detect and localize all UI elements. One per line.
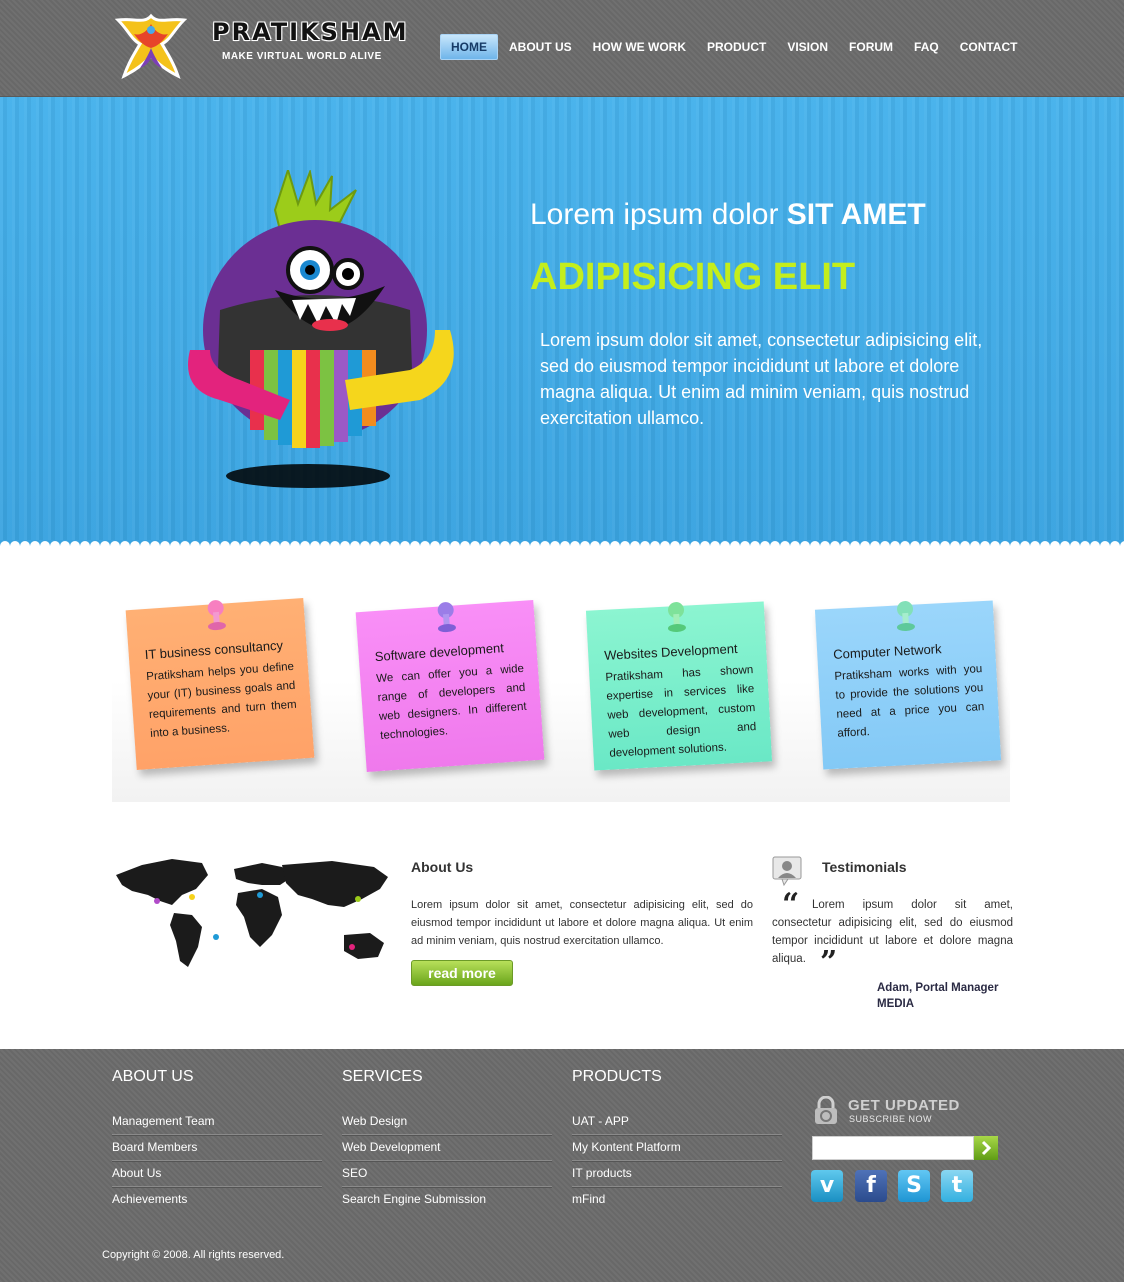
twitter-icon[interactable]: t bbox=[941, 1170, 973, 1202]
facebook-icon[interactable]: f bbox=[855, 1170, 887, 1202]
testimonial-author-name: Adam, Portal Manager bbox=[877, 982, 999, 994]
footer-products-column: PRODUCTS UAT - APP My Kontent Platform I… bbox=[572, 1068, 782, 1213]
pushpin-icon bbox=[667, 602, 686, 633]
nav-faq[interactable]: FAQ bbox=[904, 35, 949, 59]
footer-link-my-kontent-platform[interactable]: My Kontent Platform bbox=[572, 1135, 782, 1161]
footer-services-column: SERVICES Web Design Web Development SEO … bbox=[342, 1068, 552, 1213]
world-map-illustration bbox=[116, 859, 388, 967]
main-nav: HOME ABOUT US HOW WE WORK PRODUCT VISION… bbox=[440, 34, 1028, 60]
subscribe-subtitle: SUBSCRIBE NOW bbox=[849, 1114, 933, 1124]
footer-link-board-members[interactable]: Board Members bbox=[112, 1135, 322, 1161]
footer-link-it-products[interactable]: IT products bbox=[572, 1161, 782, 1187]
nav-vision[interactable]: VISION bbox=[777, 35, 838, 59]
subscribe-email-input[interactable] bbox=[812, 1136, 974, 1160]
about-title: About Us bbox=[411, 859, 474, 875]
service-title: Computer Network bbox=[832, 641, 942, 662]
service-text: Pratiksham has shown expertise in servic… bbox=[605, 664, 757, 760]
skype-icon[interactable]: S bbox=[898, 1170, 930, 1202]
about-text: Lorem ipsum dolor sit amet, consectetur … bbox=[411, 899, 753, 947]
hero-body: Lorem ipsum dolor sit amet, consectetur … bbox=[540, 330, 983, 428]
footer-link-seo[interactable]: SEO bbox=[342, 1161, 552, 1187]
testimonial-quote: Lorem ipsum dolor sit amet, consectetur … bbox=[772, 899, 1013, 965]
hero-subheadline: ADIPISICING ELIT bbox=[530, 256, 856, 298]
hero-headline-bold: SIT AMET bbox=[786, 198, 926, 231]
brand-tagline: MAKE VIRTUAL WORLD ALIVE bbox=[222, 51, 382, 62]
nav-product[interactable]: PRODUCT bbox=[697, 35, 776, 59]
service-note-network[interactable]: Computer Network Pratiksham works with y… bbox=[814, 600, 1002, 770]
service-text: Pratiksham helps you define your (IT) bu… bbox=[145, 660, 298, 740]
footer-link-web-development[interactable]: Web Development bbox=[342, 1135, 552, 1161]
user-comment-icon bbox=[772, 856, 802, 886]
nav-about-us[interactable]: ABOUT US bbox=[499, 35, 582, 59]
hero-banner bbox=[0, 97, 1124, 551]
nav-how-we-work[interactable]: HOW WE WORK bbox=[583, 35, 696, 59]
subscribe-submit-button[interactable] bbox=[974, 1136, 998, 1160]
nav-contact[interactable]: CONTACT bbox=[950, 35, 1028, 59]
logo[interactable]: PRATIKSHAM MAKE VIRTUAL WORLD ALIVE bbox=[112, 10, 407, 82]
service-text: Pratiksham works with you to provide the… bbox=[834, 663, 985, 740]
testimonial-author: Adam, Portal Manager MEDIA bbox=[877, 980, 998, 1012]
footer-link-achievements[interactable]: Achievements bbox=[112, 1187, 322, 1213]
pushpin-icon bbox=[207, 600, 226, 631]
monster-mascot-illustration bbox=[188, 170, 454, 488]
scalloped-edge bbox=[0, 540, 1124, 554]
brand-name: PRATIKSHAM bbox=[212, 18, 409, 46]
mail-lock-icon bbox=[815, 1096, 837, 1124]
testimonials-title: Testimonials bbox=[822, 859, 907, 875]
phoenix-logo-icon bbox=[114, 13, 188, 79]
site-header: PRATIKSHAM MAKE VIRTUAL WORLD ALIVE HOME… bbox=[0, 0, 1124, 97]
footer-link-web-design[interactable]: Web Design bbox=[342, 1109, 552, 1135]
pushpin-icon bbox=[437, 602, 456, 633]
service-title: Websites Development bbox=[603, 640, 738, 663]
service-text: We can offer you a wide range of develop… bbox=[375, 662, 528, 742]
footer-link-management-team[interactable]: Management Team bbox=[112, 1109, 322, 1135]
subscribe-title: GET UPDATED bbox=[848, 1097, 960, 1114]
facebook-glyph: f bbox=[866, 1173, 876, 1198]
service-note-software[interactable]: Software development We can offer you a … bbox=[355, 599, 545, 773]
footer-link-mfind[interactable]: mFind bbox=[572, 1187, 782, 1213]
footer-link-uat-app[interactable]: UAT - APP bbox=[572, 1109, 782, 1135]
service-note-websites[interactable]: Websites Development Pratiksham has show… bbox=[585, 601, 773, 771]
footer-products-title: PRODUCTS bbox=[572, 1068, 662, 1085]
footer-services-title: SERVICES bbox=[342, 1068, 423, 1085]
skype-glyph: S bbox=[906, 1173, 922, 1198]
service-note-consultancy[interactable]: IT business consultancy Pratiksham helps… bbox=[125, 597, 315, 771]
hero-headline: Lorem ipsum dolor SIT AMET bbox=[530, 198, 926, 232]
vimeo-glyph: v bbox=[819, 1173, 835, 1198]
read-more-button[interactable]: read more bbox=[411, 960, 513, 986]
hero-headline-normal: Lorem ipsum dolor bbox=[530, 198, 787, 231]
footer-link-search-engine-submission[interactable]: Search Engine Submission bbox=[342, 1187, 552, 1213]
footer-link-about-us[interactable]: About Us bbox=[112, 1161, 322, 1187]
testimonial-company: MEDIA bbox=[877, 998, 915, 1010]
copyright-text: Copyright © 2008. All rights reserved. bbox=[102, 1249, 285, 1261]
close-quote-icon: ” bbox=[820, 945, 838, 980]
footer-about-column: ABOUT US Management Team Board Members A… bbox=[112, 1068, 322, 1213]
pushpin-icon bbox=[896, 601, 915, 632]
nav-forum[interactable]: FORUM bbox=[839, 35, 903, 59]
footer-about-title: ABOUT US bbox=[112, 1068, 194, 1085]
arrow-right-icon bbox=[981, 1140, 992, 1156]
twitter-glyph: t bbox=[951, 1173, 963, 1198]
nav-home[interactable]: HOME bbox=[440, 34, 498, 60]
vimeo-icon[interactable]: v bbox=[811, 1170, 843, 1202]
